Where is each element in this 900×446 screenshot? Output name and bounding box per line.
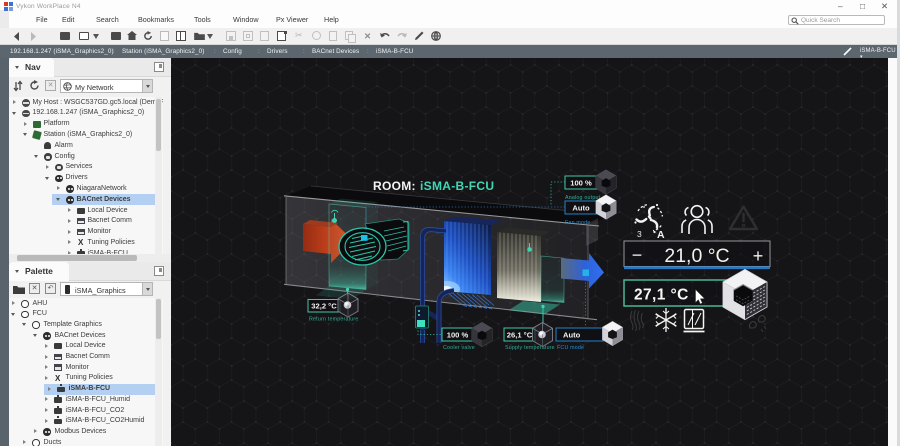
svg-text:27,1 °C: 27,1 °C [634, 287, 689, 304]
svg-text:−: − [632, 245, 643, 265]
svg-text:Return temperature: Return temperature [309, 317, 359, 323]
svg-text:ROOM:: ROOM: [373, 179, 416, 193]
svg-text:Supply temperature: Supply temperature [505, 345, 555, 351]
svg-text:+: + [753, 246, 764, 266]
svg-text:FCU mode: FCU mode [557, 345, 584, 351]
svg-text:Auto: Auto [563, 331, 581, 340]
svg-text:Cooler valve: Cooler valve [443, 345, 475, 351]
svg-text:21,0 °C: 21,0 °C [664, 245, 729, 267]
svg-text:100 %: 100 % [447, 331, 469, 340]
svg-text:Fan mode: Fan mode [565, 220, 590, 226]
svg-text:Auto: Auto [572, 204, 590, 213]
svg-text:100 %: 100 % [570, 179, 592, 188]
svg-text:32,2 °C: 32,2 °C [311, 302, 337, 311]
svg-text:26,1 °C: 26,1 °C [507, 331, 533, 340]
svg-text:Analog output: Analog output [565, 195, 601, 201]
svg-text:iSMA-B-FCU: iSMA-B-FCU [420, 179, 494, 193]
svg-text:3: 3 [637, 229, 642, 239]
svg-text:A: A [657, 229, 665, 241]
